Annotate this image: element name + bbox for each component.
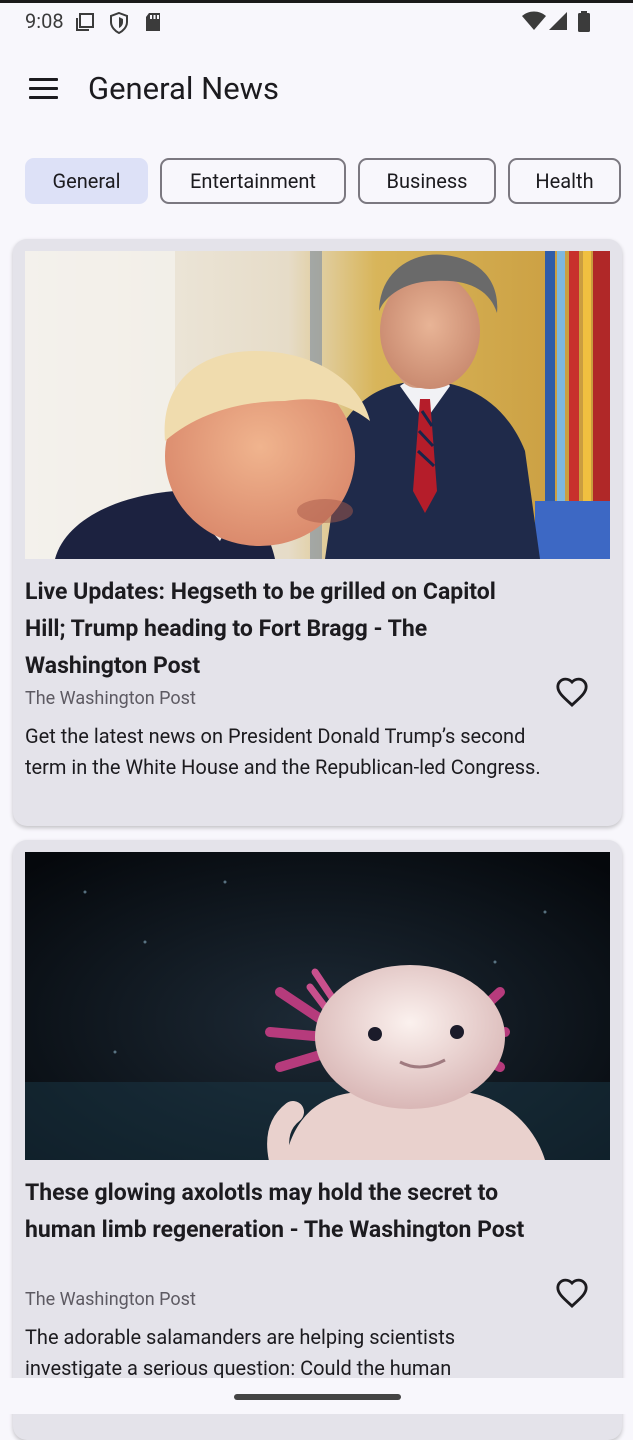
article-source: The Washington Post: [25, 688, 196, 709]
gesture-handle[interactable]: [234, 1394, 401, 1400]
hamburger-menu-icon[interactable]: [28, 78, 60, 102]
category-chips: General Entertainment Business Health: [0, 158, 633, 208]
sd-card-icon: [146, 13, 160, 31]
status-time: 9:08: [25, 9, 64, 33]
article-description: The adorable salamanders are helping sci…: [25, 1325, 456, 1380]
article-description: Get the latest news on President Donald …: [25, 724, 541, 779]
page-title: General News: [88, 70, 279, 107]
article-headline[interactable]: These glowing axolotls may hold the secr…: [25, 1174, 525, 1248]
screenshot-icon: [76, 13, 94, 31]
article-image: [25, 852, 610, 1160]
chip-business[interactable]: Business: [358, 158, 496, 204]
article-source: The Washington Post: [25, 1289, 196, 1310]
heart-outline-icon[interactable]: [554, 676, 590, 710]
battery-icon: [578, 11, 590, 32]
article-headline[interactable]: Live Updates: Hegseth to be grilled on C…: [25, 573, 525, 684]
app-bar: General News: [0, 52, 633, 128]
signal-icon: [549, 12, 567, 30]
article-card[interactable]: Live Updates: Hegseth to be grilled on C…: [13, 239, 622, 826]
article-image: [25, 251, 610, 559]
navigation-bar: [0, 1378, 633, 1414]
chip-general[interactable]: General: [25, 158, 148, 204]
status-bar: 9:08: [0, 3, 633, 39]
shield-icon: [110, 12, 128, 34]
chip-health[interactable]: Health: [508, 158, 621, 204]
wifi-icon: [522, 11, 546, 30]
heart-outline-icon[interactable]: [554, 1277, 590, 1311]
chip-entertainment[interactable]: Entertainment: [160, 158, 346, 204]
article-card[interactable]: These glowing axolotls may hold the secr…: [13, 840, 622, 1440]
